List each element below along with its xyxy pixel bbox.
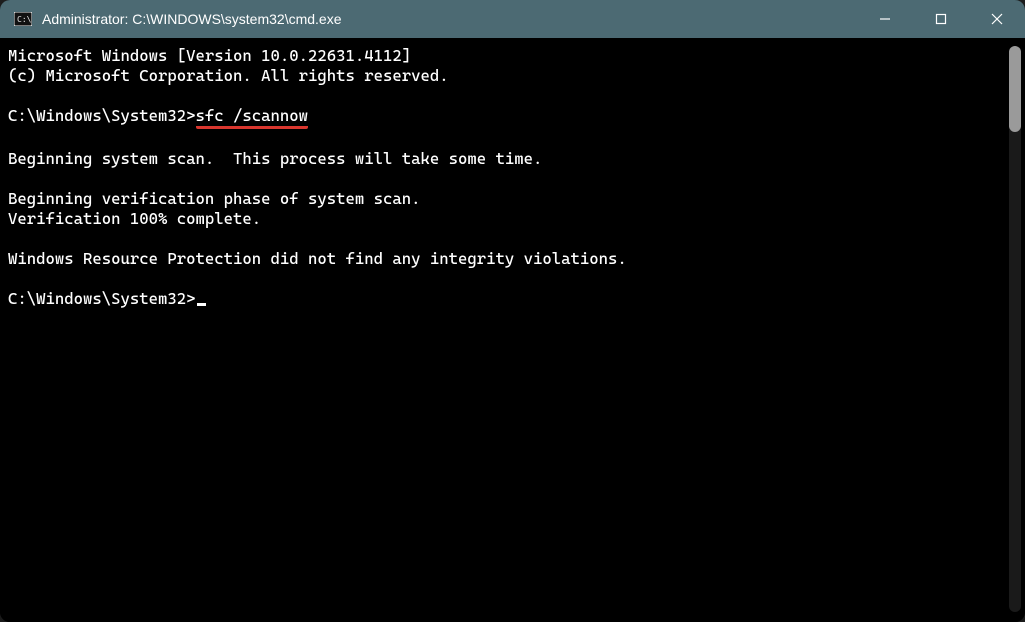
window-title: Administrator: C:\WINDOWS\system32\cmd.e… — [42, 11, 342, 27]
title-bar[interactable]: C:\ Administrator: C:\WINDOWS\system32\c… — [0, 0, 1025, 38]
prompt: C:\Windows\System32> — [8, 289, 196, 308]
prompt: C:\Windows\System32> — [8, 106, 196, 125]
out-line: Verification 100% complete. — [8, 209, 261, 228]
maximize-button[interactable] — [913, 0, 969, 38]
cmd-window: C:\ Administrator: C:\WINDOWS\system32\c… — [0, 0, 1025, 622]
out-line: (c) Microsoft Corporation. All rights re… — [8, 66, 449, 85]
scrollbar-thumb[interactable] — [1009, 46, 1021, 132]
scrollbar-track[interactable] — [1009, 46, 1021, 612]
terminal-area[interactable]: Microsoft Windows [Version 10.0.22631.41… — [0, 38, 1025, 622]
svg-text:C:\: C:\ — [17, 15, 32, 24]
out-line: Microsoft Windows [Version 10.0.22631.41… — [8, 46, 411, 65]
out-line: Beginning verification phase of system s… — [8, 189, 421, 208]
terminal-output: Microsoft Windows [Version 10.0.22631.41… — [0, 38, 1007, 622]
entered-command: sfc /scannow — [196, 106, 309, 129]
text-cursor — [197, 303, 206, 306]
cmd-icon: C:\ — [14, 12, 32, 26]
minimize-button[interactable] — [857, 0, 913, 38]
out-line: Windows Resource Protection did not find… — [8, 249, 627, 268]
close-button[interactable] — [969, 0, 1025, 38]
out-line: Beginning system scan. This process will… — [8, 149, 542, 168]
